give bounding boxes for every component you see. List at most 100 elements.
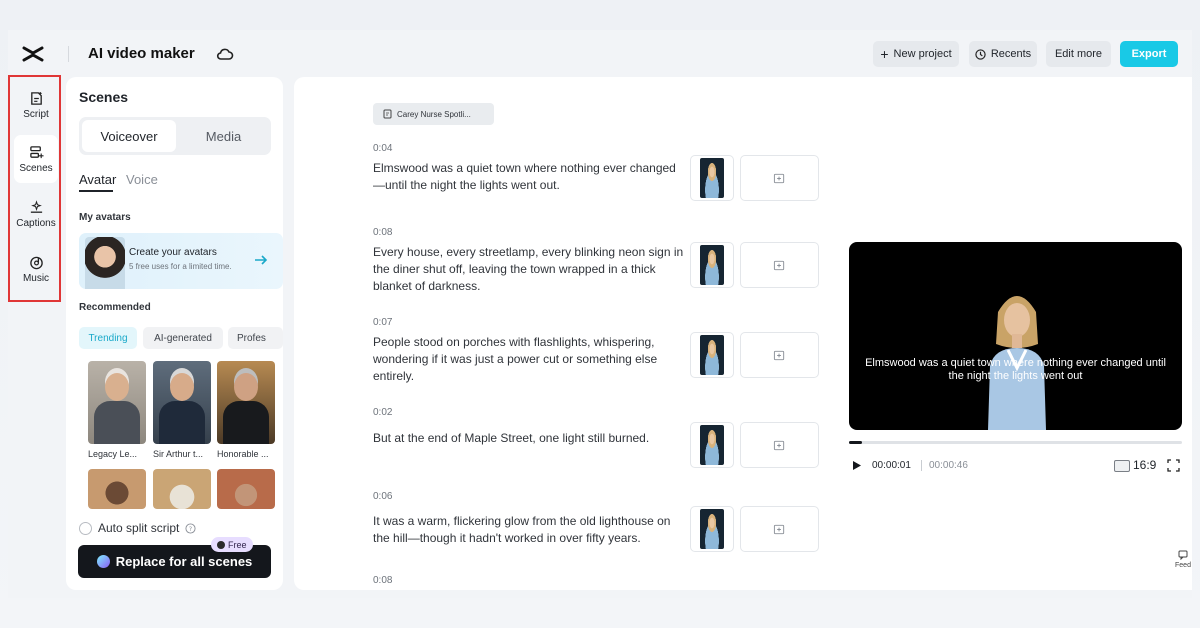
fullscreen-icon[interactable] [1167,459,1180,472]
video-caption: Elmswood was a quiet town where nothing … [865,357,1166,382]
document-icon [383,109,392,119]
scene-row[interactable]: 0:08 Every house, every streetlamp, ever… [373,227,823,293]
add-media-button[interactable] [740,155,819,201]
add-media-icon [773,440,785,450]
scene-text[interactable]: People stood on porches with flashlights… [373,334,687,385]
nav-item-scenes[interactable]: Scenes [14,135,58,183]
video-preview[interactable]: Elmswood was a quiet town where nothing … [849,242,1182,430]
nav-item-captions[interactable]: Captions [14,190,58,238]
avatar-name: Legacy Le... [88,449,138,459]
playback-progress[interactable] [849,441,1182,444]
scene-text[interactable]: Elmswood was a quiet town where nothing … [373,160,687,194]
auto-split-row[interactable]: Auto split script ? [79,521,196,535]
avatar-name: Honorable ... [217,449,269,459]
plus-icon: + [880,46,889,62]
app-window: AI video maker + New project Recents Edi… [8,30,1192,598]
scene-row[interactable]: 0:02 But at the end of Maple Street, one… [373,407,823,468]
avatar-tile[interactable] [153,469,211,509]
svg-text:?: ? [189,524,192,532]
cloud-icon[interactable] [216,46,234,62]
playback-progress-fill [849,441,863,444]
add-media-button[interactable] [740,422,819,468]
help-icon[interactable]: ? [185,522,196,534]
capcut-logo-icon[interactable] [22,44,44,64]
avatar-head [234,373,258,401]
create-avatar-subtitle: 5 free uses for a limited time. [129,262,232,271]
avatar-head [105,373,129,401]
feedback-icon [1178,550,1188,560]
recents-button[interactable]: Recents [969,41,1037,67]
scene-row[interactable]: 0:08 [373,575,823,586]
avatar-thumbnail-image [700,425,724,465]
add-media-button[interactable] [740,506,819,552]
sparkle-orb-icon [96,555,110,568]
avatar-tile[interactable] [217,469,275,509]
scene-thumbnail[interactable] [690,332,734,378]
aspect-ratio-label[interactable]: 16:9 [1133,458,1156,472]
divider [68,46,69,62]
avatar-thumbnail-image [700,509,724,549]
scene-duration: 0:06 [373,491,393,502]
auto-split-radio[interactable] [79,521,92,535]
add-media-icon [773,350,785,360]
captions-icon [30,199,42,213]
chip-trending[interactable]: Trending [79,327,137,349]
subtab-avatar[interactable]: Avatar [79,172,116,187]
scene-text[interactable]: Every house, every streetlamp, every bli… [373,244,687,295]
script-icon [30,91,42,105]
scene-duration: 0:08 [373,575,393,586]
avatar-tile[interactable] [88,469,146,509]
new-project-button[interactable]: + New project [873,41,959,67]
scene-duration: 0:04 [373,143,393,154]
scene-row[interactable]: 0:07 People stood on porches with flashl… [373,317,823,383]
aspect-ratio-icon[interactable] [1114,460,1130,472]
divider [921,460,922,471]
current-time: 00:00:01 [872,460,911,471]
avatar-tile-legacy[interactable] [88,361,146,444]
play-icon[interactable] [851,460,862,471]
feedback-tab[interactable]: Feed [1172,542,1192,576]
subtab-voice[interactable]: Voice [126,172,158,187]
free-badge: Free [211,537,253,552]
avatar-tile-sir-arthur[interactable] [153,361,211,444]
add-media-button[interactable] [740,242,819,288]
panel-title: Scenes [79,89,129,105]
tab-voiceover[interactable]: Voiceover [82,120,176,152]
scene-thumbnail[interactable] [690,422,734,468]
left-nav: Script Scenes Captions Music [8,75,61,302]
add-media-button[interactable] [740,332,819,378]
total-time: 00:00:46 [929,460,968,471]
scene-duration: 0:08 [373,227,393,238]
subtab-underline [79,190,113,192]
top-bar: AI video maker + New project Recents Edi… [8,30,1192,78]
scene-text[interactable]: But at the end of Maple Street, one ligh… [373,430,687,447]
chip-ai-generated[interactable]: AI-generated [143,327,223,349]
avatar-body [94,401,140,444]
add-media-icon [773,173,785,183]
nav-item-music[interactable]: Music [14,245,58,293]
avatar-tile-honorable[interactable] [217,361,275,444]
export-button[interactable]: Export [1120,41,1178,67]
player-controls: 00:00:01 00:00:46 16:9 [849,457,1182,475]
nav-item-script[interactable]: Script [14,81,58,129]
scene-thumbnail[interactable] [690,506,734,552]
scene-thumbnail[interactable] [690,155,734,201]
file-chip[interactable]: Carey Nurse Spotli... [373,103,494,125]
scene-row[interactable]: 0:06 It was a warm, flickering glow from… [373,491,823,552]
scene-row[interactable]: 0:04 Elmswood was a quiet town where not… [373,143,823,201]
app-title: AI video maker [88,45,195,62]
create-avatar-title: Create your avatars [129,247,217,258]
avatar-head [170,373,194,401]
edit-more-button[interactable]: Edit more [1046,41,1111,67]
arrow-right-icon [255,255,268,265]
avatar-thumbnail-image [700,335,724,375]
scene-duration: 0:02 [373,407,393,418]
avatar-thumbnail-image [700,158,724,198]
tab-media[interactable]: Media [179,120,268,152]
chip-professional[interactable]: Profes [228,327,283,349]
scene-thumbnail[interactable] [690,242,734,288]
add-media-icon [773,260,785,270]
avatar-body [223,401,269,444]
scene-text[interactable]: It was a warm, flickering glow from the … [373,513,687,547]
create-avatar-card[interactable]: Create your avatars 5 free uses for a li… [79,233,283,289]
